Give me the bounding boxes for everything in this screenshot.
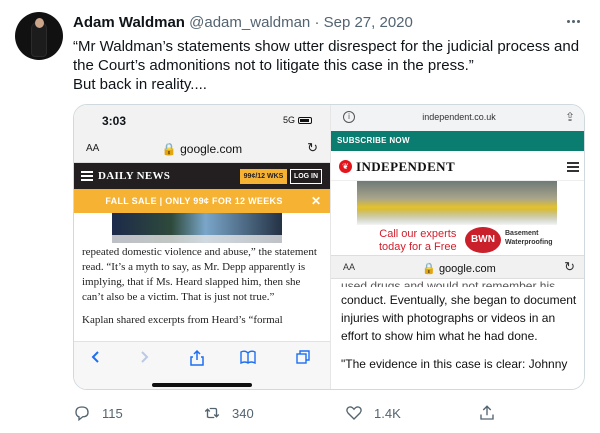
home-indicator [152, 383, 252, 387]
safari-url-bar: AA 🔒 google.com ↻ [331, 255, 584, 279]
browser-domain-bar: i independent.co.uk ⇪ [331, 105, 584, 131]
tweet-actions: 115 340 1.4K [73, 402, 585, 424]
advert-image [357, 181, 557, 225]
reply-button[interactable]: 115 [73, 402, 123, 424]
subscribe-badge: 99¢/12 WKS [240, 169, 287, 184]
daily-news-header: DAILY NEWS 99¢/12 WKS LOG IN [74, 163, 330, 189]
tweet-text-line1: “Mr Waldman’s statements show utter disr… [73, 38, 580, 74]
reload-icon: ↻ [564, 259, 575, 274]
tweet-text: “Mr Waldman’s statements show utter disr… [73, 37, 583, 94]
reply-icon [75, 406, 89, 422]
article-photo [112, 213, 282, 243]
retweet-count: 340 [232, 405, 254, 421]
subscribe-strip: SUBSCRIBE NOW [331, 131, 584, 151]
lock-icon: 🔒 [161, 142, 181, 156]
status-signal: 5G [283, 115, 312, 125]
tweet-header: Adam Waldman @adam_waldman · Sep 27, 202… [73, 14, 413, 31]
hamburger-menu-icon [567, 162, 579, 174]
tweet-media[interactable]: 3:03 5G AA 🔒 google.com ↻ DAILY NEWS 99¢… [73, 104, 585, 390]
advert-banner: Call our experts today for a Free BWN Ba… [357, 225, 557, 257]
article-body: conduct. Eventually, she began to docume… [341, 291, 577, 383]
reply-count: 115 [102, 405, 123, 421]
eagle-logo-icon: ❦ [339, 160, 352, 173]
media-image-independent[interactable]: i independent.co.uk ⇪ SUBSCRIBE NOW ❦ IN… [330, 105, 584, 389]
like-button[interactable]: 1.4K [345, 402, 401, 424]
article-paragraph: conduct. Eventually, she began to docume… [341, 293, 577, 343]
article-cut-line: used drugs and would not remember his [341, 279, 556, 287]
tweet: Adam Waldman @adam_waldman · Sep 27, 202… [0, 0, 600, 433]
media-image-daily-news[interactable]: 3:03 5G AA 🔒 google.com ↻ DAILY NEWS 99¢… [74, 105, 330, 389]
subscribe-text: SUBSCRIBE NOW [337, 136, 410, 145]
advert-brand-logo: BWN [465, 227, 501, 253]
tabs-icon [296, 350, 310, 364]
safari-toolbar [74, 341, 330, 389]
share-icon: ⇪ [564, 110, 575, 124]
battery-icon [298, 117, 312, 125]
retweet-icon [204, 407, 220, 419]
ios-status-bar: 3:03 5G [74, 105, 330, 135]
tweet-text-line2: But back in reality.... [73, 76, 207, 93]
independent-logo: INDEPENDENT [356, 159, 456, 174]
article-paragraph: repeated domestic violence and abuse,” t… [82, 246, 317, 303]
retweet-button[interactable]: 340 [203, 402, 254, 424]
close-icon: ✕ [310, 194, 321, 208]
address-text: 🔒 google.com [161, 142, 243, 156]
address-text: 🔒 google.com [422, 263, 496, 275]
avatar[interactable] [15, 12, 63, 60]
more-options-icon[interactable] [562, 10, 584, 32]
bookmarks-icon [240, 350, 256, 364]
separator-dot: · [314, 14, 320, 31]
tweet-date[interactable]: Sep 27, 2020 [324, 14, 413, 31]
heart-icon [346, 406, 362, 420]
like-count: 1.4K [374, 405, 401, 421]
author-name[interactable]: Adam Waldman [73, 14, 185, 31]
independent-header: ❦ INDEPENDENT [331, 151, 584, 181]
article-body: repeated domestic violence and abuse,” t… [82, 245, 322, 336]
sale-text: FALL SALE | ONLY 99¢ FOR 12 WEEKS [105, 196, 283, 206]
hamburger-menu-icon [81, 171, 93, 183]
advert-tagline: Basement Waterproofing [505, 230, 553, 246]
back-icon [91, 351, 99, 363]
share-icon [480, 405, 494, 420]
daily-news-logo: DAILY NEWS [98, 170, 171, 182]
article-paragraph: "The evidence in this case is clear: Joh… [341, 357, 568, 371]
avatar-head [35, 18, 44, 28]
status-time: 3:03 [102, 114, 127, 128]
advert-cta: Call our experts today for a Free [379, 228, 457, 253]
forward-icon [141, 351, 149, 363]
share-button[interactable] [478, 402, 507, 424]
share-icon [190, 350, 204, 366]
article-paragraph: Kaplan shared excerpts from Heard’s “for… [82, 314, 283, 326]
login-badge: LOG IN [290, 169, 322, 184]
author-handle[interactable]: @adam_waldman [189, 14, 310, 31]
lock-icon: 🔒 [422, 263, 439, 275]
sale-banner: FALL SALE | ONLY 99¢ FOR 12 WEEKS ✕ [74, 189, 330, 213]
safari-url-bar: AA 🔒 google.com ↻ [74, 135, 330, 163]
domain-text: independent.co.uk [422, 112, 496, 122]
reload-icon: ↻ [307, 140, 318, 155]
